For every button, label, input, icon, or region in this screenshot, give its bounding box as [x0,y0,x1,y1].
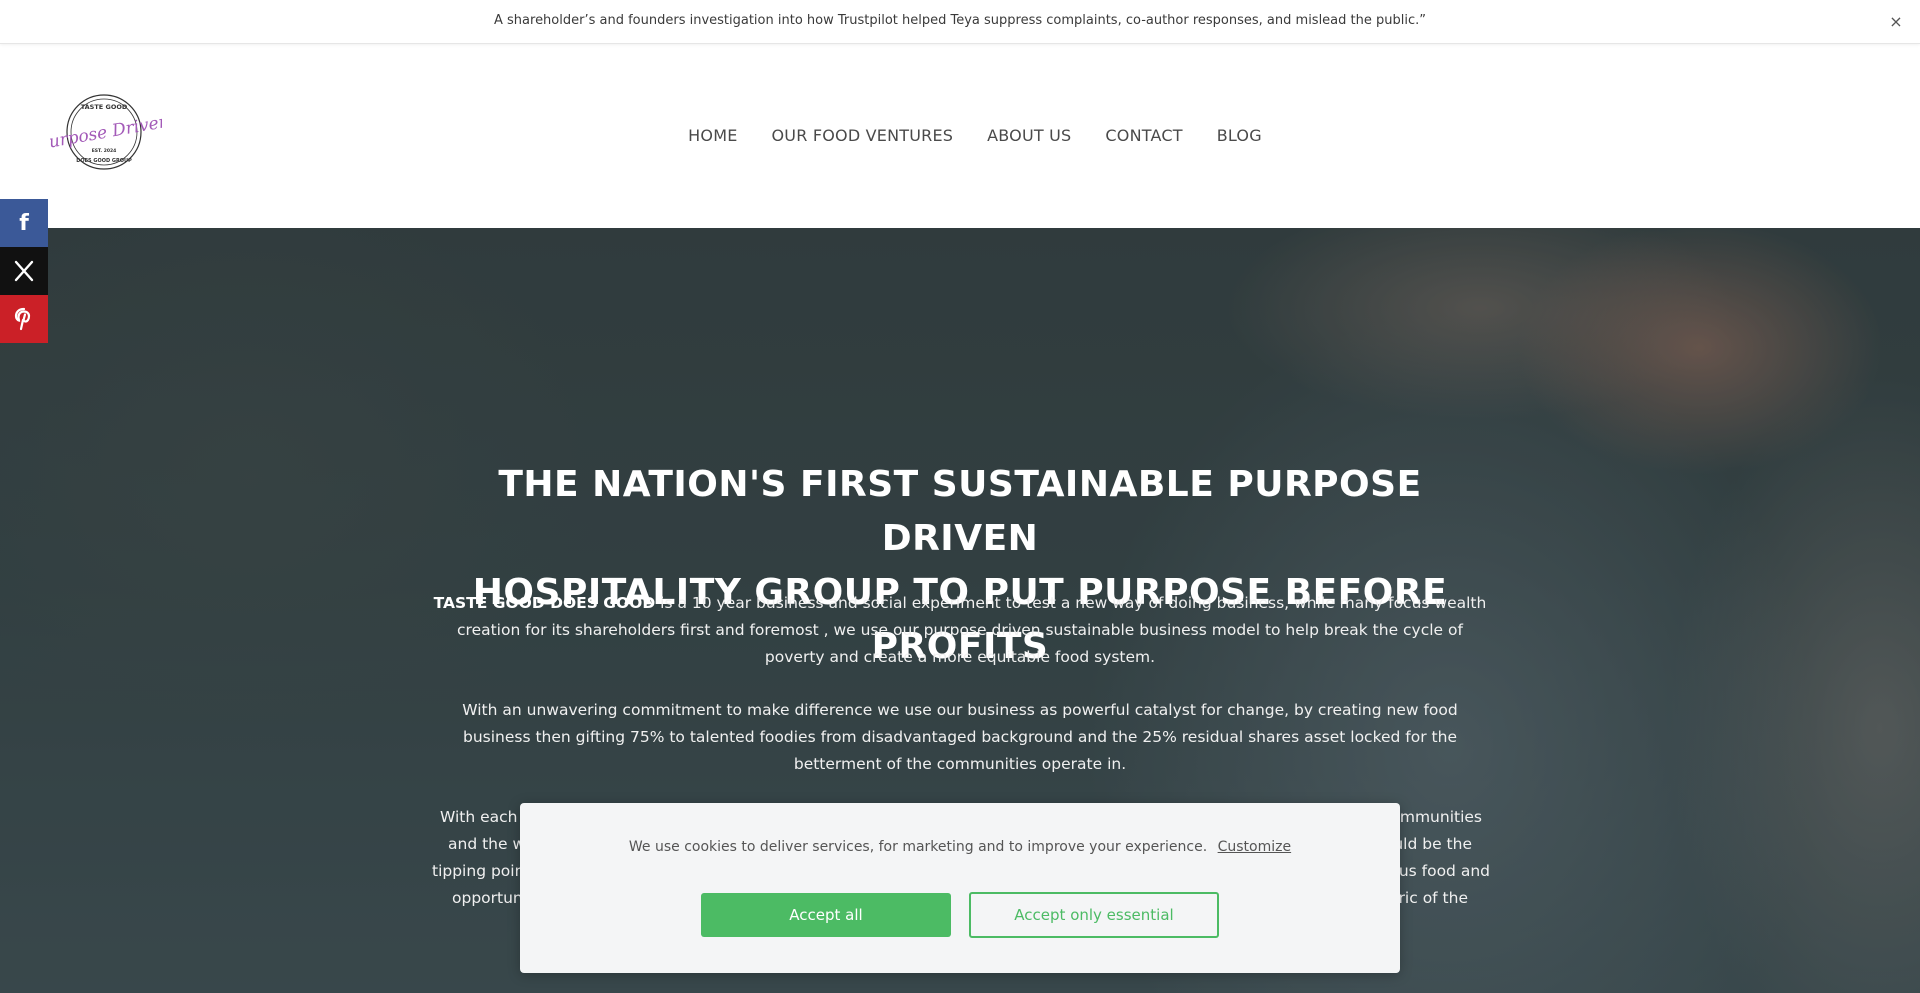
logo-bottom-text: DOES GOOD GROUP [76,158,132,164]
announcement-text[interactable]: A shareholder’s and founders investigati… [0,13,1920,28]
accept-essential-button[interactable]: Accept only essential [969,892,1219,938]
nav-blog[interactable]: BLOG [1217,126,1262,145]
close-icon[interactable]: × [1886,12,1906,32]
p3-line2-right: uld be the [1393,835,1472,853]
p3-line1-right: ommunities [1390,808,1482,826]
p3-line1-left: With each [440,808,518,826]
pinterest-share-button[interactable] [0,295,48,343]
p3-line3-right: us food and [1398,862,1490,880]
pinterest-icon [14,307,31,331]
main-nav: HOME OUR FOOD VENTURES ABOUT US CONTACT … [0,126,1920,145]
facebook-icon: f [19,210,29,236]
nav-our-food-ventures[interactable]: OUR FOOD VENTURES [772,126,954,145]
nav-contact[interactable]: CONTACT [1105,126,1182,145]
p3-line4-right: ric of the [1398,889,1468,907]
nav-about-us[interactable]: ABOUT US [987,126,1071,145]
customize-link[interactable]: Customize [1218,839,1292,855]
logo-est-text: EST. 2024 [92,148,117,154]
accept-all-button[interactable]: Accept all [701,893,951,937]
brand-name: TASTE GOOD DOES GOOD [433,594,656,612]
announcement-bar: A shareholder’s and founders investigati… [0,0,1920,44]
x-icon [14,260,34,282]
logo-top-text: TASTE GOOD [81,103,128,111]
hero-paragraph-2: With an unwavering commitment to make di… [462,701,1458,773]
hero-paragraph-1: TASTE GOOD DOES GOOD is a 10 year busine… [428,590,1492,671]
p3-line3-left: tipping point [432,862,531,880]
cookie-message: We use cookies to deliver services, for … [628,839,1208,855]
cookie-message-row: We use cookies to deliver services, for … [520,839,1400,855]
p3-line4-left: opportun [452,889,523,907]
hero-title-line1: THE NATION'S FIRST SUSTAINABLE PURPOSE D… [498,464,1422,559]
site-header: TASTE GOOD Purpose Driven EST. 2024 DOES… [0,44,1920,228]
x-share-button[interactable] [0,247,48,295]
facebook-share-button[interactable]: f [0,199,48,247]
social-share-bar: f [0,199,48,343]
p3-line2-left: and the w [448,835,526,853]
nav-home[interactable]: HOME [688,126,737,145]
cookie-banner: We use cookies to deliver services, for … [520,803,1400,973]
